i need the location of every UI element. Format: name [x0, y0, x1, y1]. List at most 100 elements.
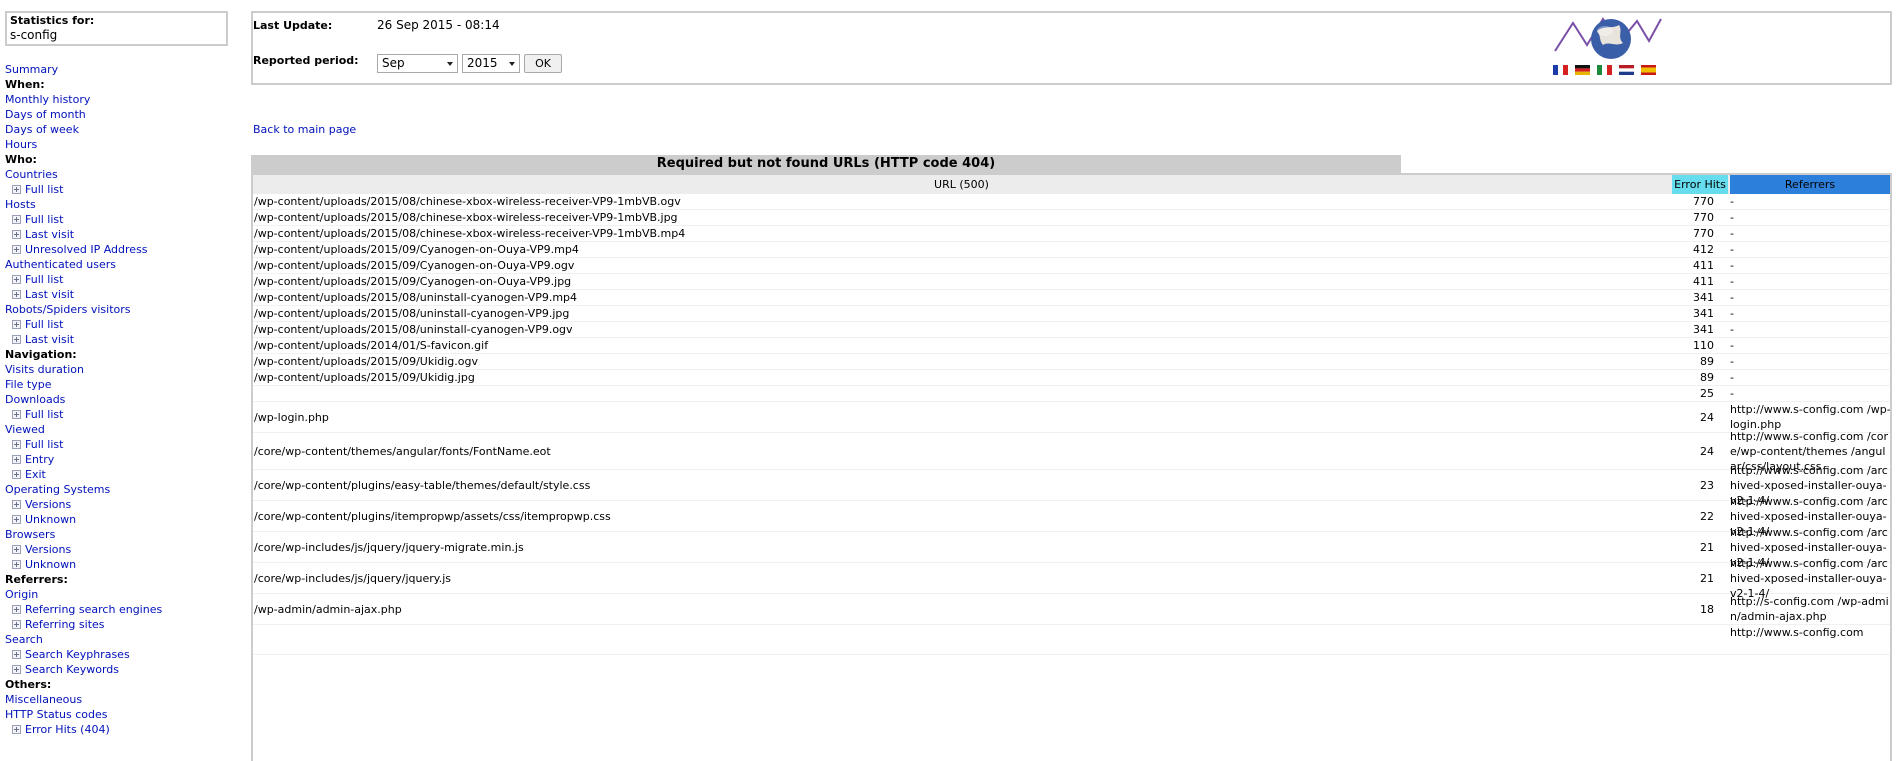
- sidebar-item-link[interactable]: Hours: [5, 137, 240, 152]
- sidebar-subitem-link[interactable]: Full list: [5, 437, 240, 452]
- sidebar-subitem-label: Search Keyphrases: [25, 648, 130, 661]
- popup-window-icon[interactable]: [12, 275, 21, 284]
- url-cell: /core/wp-content/plugins/easy-table/them…: [254, 478, 591, 492]
- sidebar-heading-label: Others:: [5, 678, 52, 691]
- sidebar-item-link[interactable]: Robots/Spiders visitors: [5, 302, 240, 317]
- sidebar-subitem-link[interactable]: Search Keywords: [5, 662, 240, 677]
- sidebar-subitem-link[interactable]: Last visit: [5, 332, 240, 347]
- french-flag-icon[interactable]: [1553, 65, 1568, 75]
- back-to-main-link[interactable]: Back to main page: [253, 123, 356, 136]
- url-cell: /wp-content/uploads/2015/08/uninstall-cy…: [254, 291, 578, 304]
- popup-window-icon[interactable]: [12, 620, 21, 629]
- sidebar-item-label: Browsers: [5, 528, 56, 541]
- sidebar-item-link[interactable]: Days of week: [5, 122, 240, 137]
- statistics-for-box: Statistics for: s-config: [5, 11, 228, 46]
- popup-window-icon[interactable]: [12, 545, 21, 554]
- popup-window-icon[interactable]: [12, 185, 21, 194]
- month-select[interactable]: Sep: [377, 54, 458, 73]
- sidebar-item-link[interactable]: Search: [5, 632, 240, 647]
- german-flag-icon[interactable]: [1575, 65, 1590, 75]
- sidebar-item-link[interactable]: Days of month: [5, 107, 240, 122]
- sidebar-subitem-link[interactable]: Unresolved IP Address: [5, 242, 240, 257]
- popup-window-icon[interactable]: [12, 320, 21, 329]
- popup-window-icon[interactable]: [12, 470, 21, 479]
- popup-window-icon[interactable]: [12, 500, 21, 509]
- sidebar-subitem-link[interactable]: Versions: [5, 497, 240, 512]
- popup-window-icon[interactable]: [12, 560, 21, 569]
- sidebar-subitem-link[interactable]: Full list: [5, 317, 240, 332]
- sidebar-item-link[interactable]: Countries: [5, 167, 240, 182]
- sidebar-subitem-link[interactable]: Full list: [5, 212, 240, 227]
- sidebar-item-label: Operating Systems: [5, 483, 111, 496]
- popup-window-icon[interactable]: [12, 515, 21, 524]
- table-body: /wp-content/uploads/2015/08/chinese-xbox…: [253, 194, 1890, 655]
- popup-window-icon[interactable]: [12, 455, 21, 464]
- sidebar-item-link[interactable]: Monthly history: [5, 92, 240, 107]
- sidebar-item-link[interactable]: Hosts: [5, 197, 240, 212]
- referrer-cell[interactable]: http://www.s-config.com: [1730, 625, 1890, 654]
- sidebar-subitem-label: Full list: [25, 408, 64, 421]
- year-select[interactable]: 2015: [462, 54, 520, 73]
- sidebar-item-link[interactable]: HTTP Status codes: [5, 707, 240, 722]
- url-cell: /wp-content/uploads/2015/08/uninstall-cy…: [254, 307, 570, 320]
- sidebar-item-label: Viewed: [5, 423, 45, 436]
- sidebar-item-label: Authenticated users: [5, 258, 116, 271]
- sidebar-section-heading: Who:: [5, 152, 240, 167]
- popup-window-icon[interactable]: [12, 440, 21, 449]
- popup-window-icon[interactable]: [12, 245, 21, 254]
- sidebar-item-link[interactable]: Miscellaneous: [5, 692, 240, 707]
- table-row: /wp-login.php 24 http://www.s-config.com /…: [253, 402, 1890, 433]
- error-hits-cell: 341: [1693, 307, 1714, 320]
- popup-window-icon[interactable]: [12, 725, 21, 734]
- sidebar-subitem-link[interactable]: Versions: [5, 542, 240, 557]
- sidebar-item-link[interactable]: File type: [5, 377, 240, 392]
- sidebar-item-link[interactable]: Origin: [5, 587, 240, 602]
- year-select-value: 2015: [467, 56, 498, 70]
- popup-window-icon[interactable]: [12, 650, 21, 659]
- sidebar-subitem-link[interactable]: Exit: [5, 467, 240, 482]
- error-hits-cell: 23: [1700, 478, 1714, 492]
- sidebar-subitem-link[interactable]: Full list: [5, 407, 240, 422]
- popup-window-icon[interactable]: [12, 230, 21, 239]
- sidebar-subitem-link[interactable]: Last visit: [5, 287, 240, 302]
- popup-window-icon[interactable]: [12, 335, 21, 344]
- referrer-cell[interactable]: http://www.s-config.com /archived-xposed…: [1730, 557, 1890, 600]
- url-cell: /wp-content/uploads/2015/09/Cyanogen-on-…: [254, 243, 579, 256]
- popup-window-icon[interactable]: [12, 215, 21, 224]
- italian-flag-icon[interactable]: [1597, 65, 1612, 75]
- chevron-down-icon: [447, 62, 453, 66]
- popup-window-icon[interactable]: [12, 410, 21, 419]
- sidebar-item-link[interactable]: Downloads: [5, 392, 240, 407]
- dutch-flag-icon[interactable]: [1619, 65, 1634, 75]
- popup-window-icon[interactable]: [12, 665, 21, 674]
- referrer-cell: -: [1730, 387, 1734, 400]
- sidebar-item-link[interactable]: Authenticated users: [5, 257, 240, 272]
- sidebar-section-heading: Navigation:: [5, 347, 240, 362]
- sidebar-subitem-link[interactable]: Full list: [5, 182, 240, 197]
- sidebar: Statistics for: s-config Summary When: Mon…: [0, 0, 240, 761]
- sidebar-subitem-link[interactable]: Full list: [5, 272, 240, 287]
- popup-window-icon[interactable]: [12, 605, 21, 614]
- sidebar-item-link[interactable]: Viewed: [5, 422, 240, 437]
- sidebar-subitem-link[interactable]: Entry: [5, 452, 240, 467]
- sidebar-subitem-label: Error Hits (404): [25, 723, 110, 736]
- referrer-cell[interactable]: http://www.s-config.com /wp-login.php: [1730, 402, 1890, 432]
- sidebar-subitem-label: Versions: [25, 543, 72, 556]
- sidebar-item-link[interactable]: Summary: [5, 62, 240, 77]
- ok-button[interactable]: OK: [524, 54, 562, 73]
- sidebar-subitem-link[interactable]: Unknown: [5, 512, 240, 527]
- sidebar-item-link[interactable]: Operating Systems: [5, 482, 240, 497]
- sidebar-item-link[interactable]: Browsers: [5, 527, 240, 542]
- table-row: 25 -: [253, 386, 1890, 402]
- sidebar-subitem-link[interactable]: Error Hits (404): [5, 722, 240, 737]
- sidebar-item-link[interactable]: Visits duration: [5, 362, 240, 377]
- sidebar-item-label: Miscellaneous: [5, 693, 83, 706]
- sidebar-subitem-link[interactable]: Referring sites: [5, 617, 240, 632]
- sidebar-subitem-link[interactable]: Unknown: [5, 557, 240, 572]
- sidebar-subitem-link[interactable]: Last visit: [5, 227, 240, 242]
- sidebar-subitem-link[interactable]: Search Keyphrases: [5, 647, 240, 662]
- sidebar-subitem-link[interactable]: Referring search engines: [5, 602, 240, 617]
- referrer-cell[interactable]: http://s-config.com /wp-admin/admin-ajax…: [1730, 594, 1890, 624]
- popup-window-icon[interactable]: [12, 290, 21, 299]
- spanish-flag-icon[interactable]: [1641, 65, 1656, 75]
